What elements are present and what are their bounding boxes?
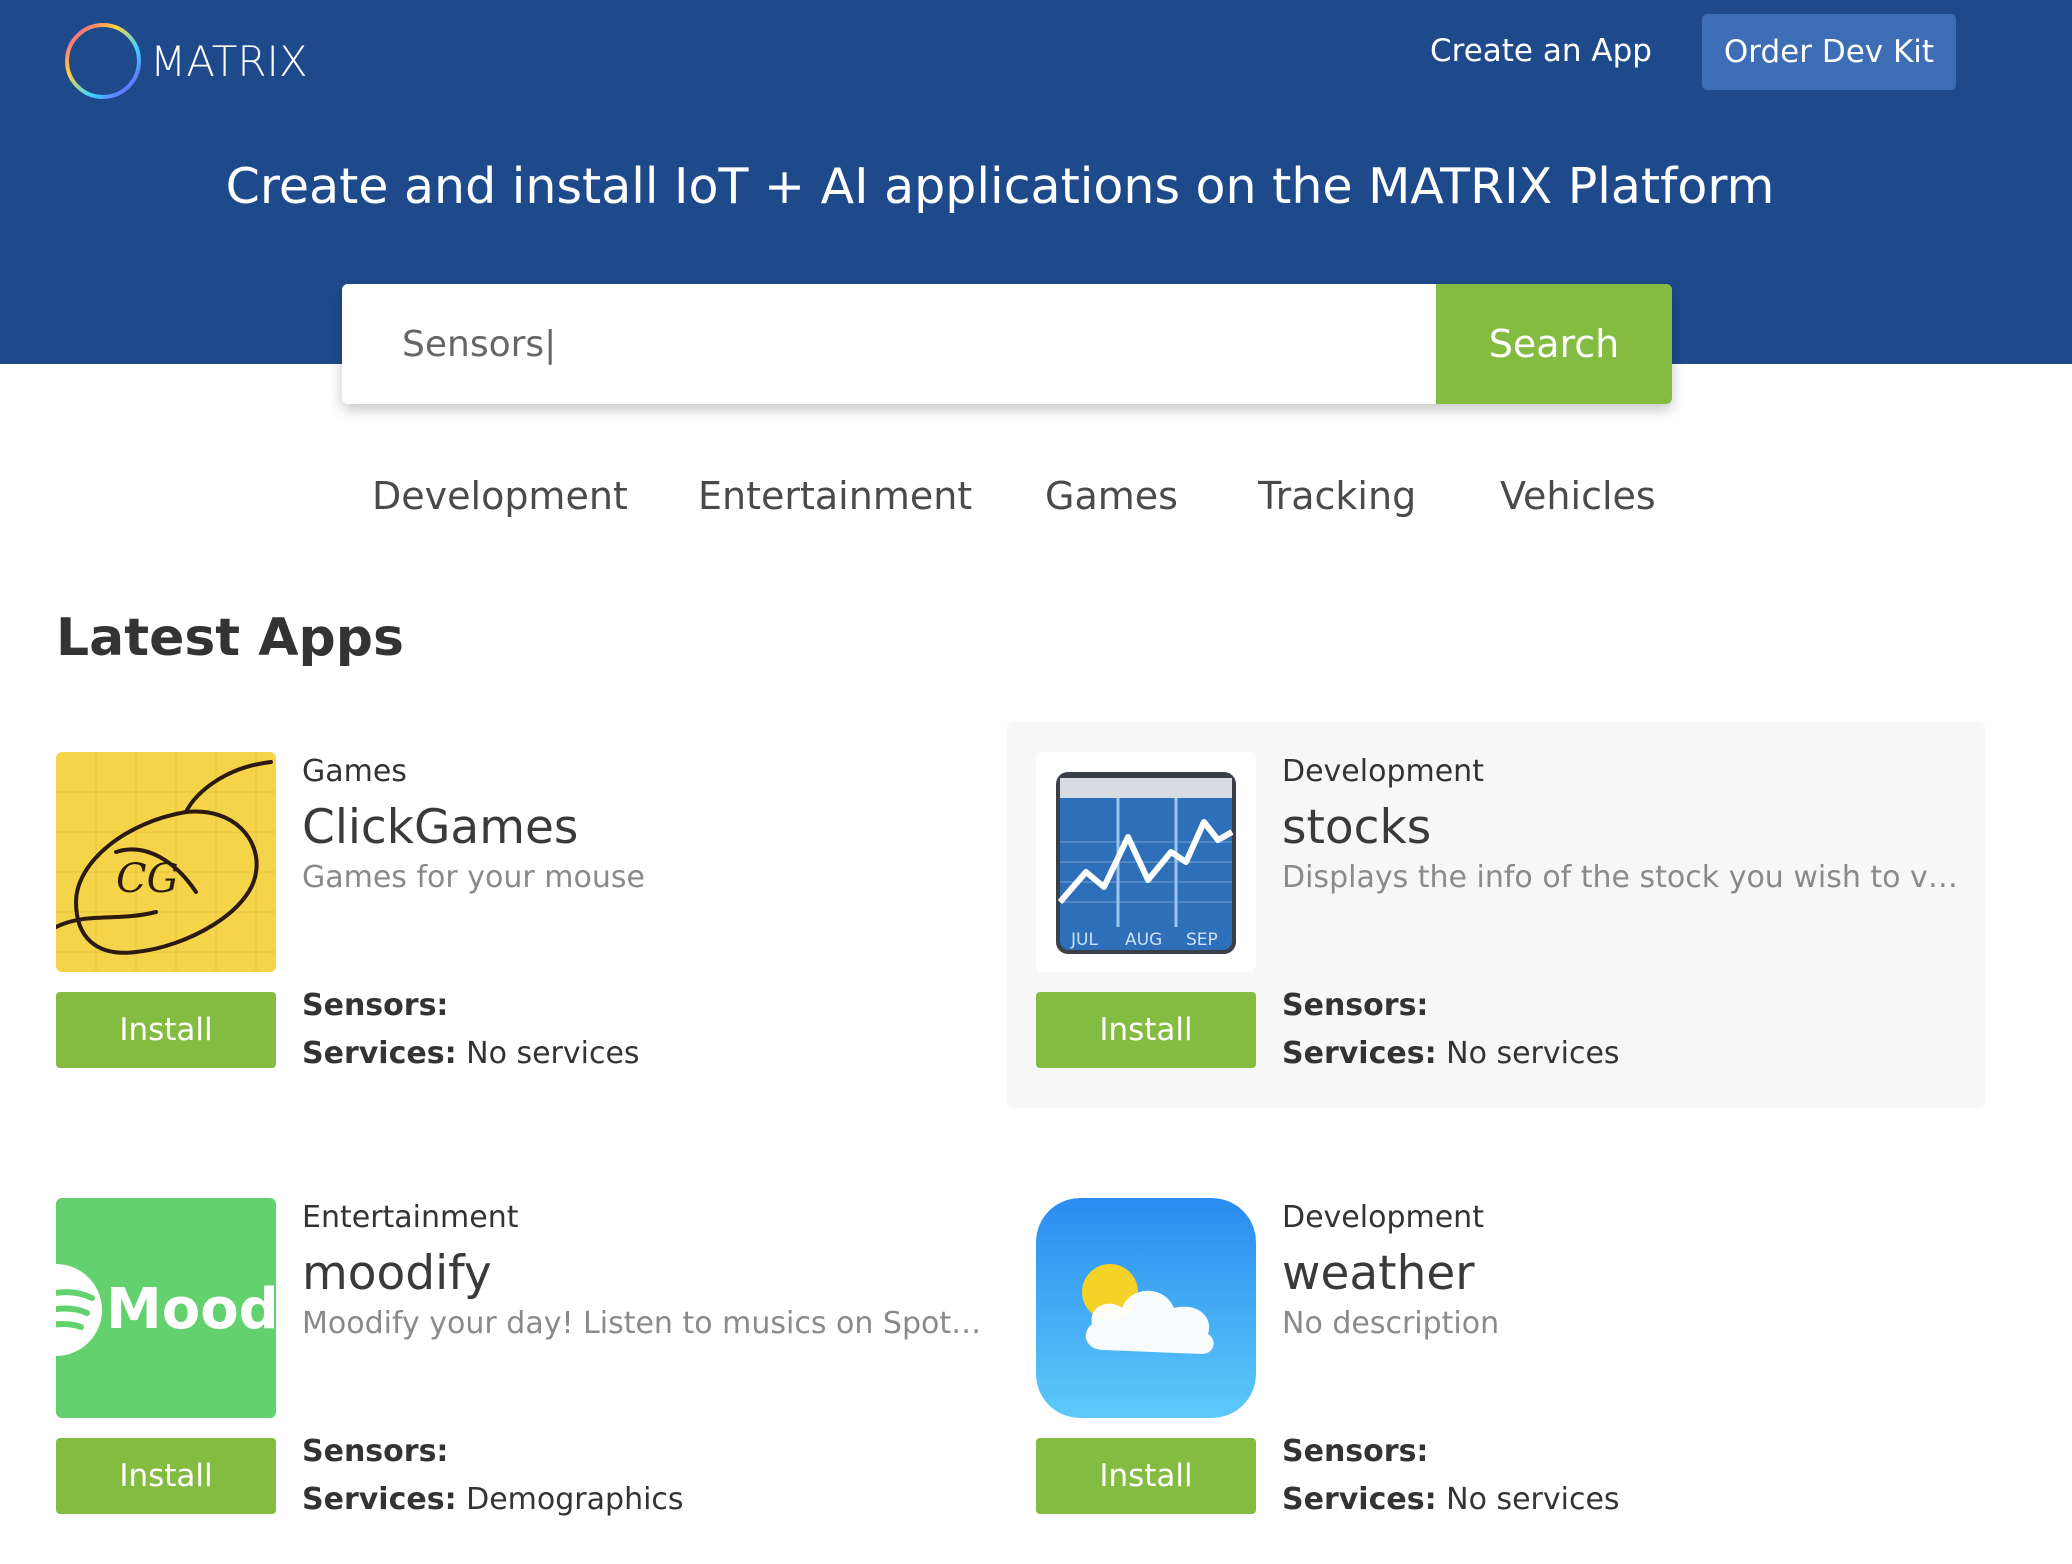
services-label: Services: [302,1036,457,1071]
sensors-label: Sensors: [302,988,449,1023]
install-button[interactable]: Install [56,1438,276,1514]
search-bar: Search [342,284,1672,404]
moodify-icon[interactable]: Mood [56,1198,276,1418]
weather-sun-cloud-icon[interactable] [1036,1198,1256,1418]
icon-month-jul: JUL [1070,930,1098,950]
app-description: Moodify your day! Listen to musics on Sp… [302,1306,982,1341]
app-card-weather[interactable]: Install Development weather No descripti… [1006,1168,1986,1554]
clickgames-mouse-icon[interactable]: CG [56,752,276,972]
app-description: No description [1282,1306,1500,1341]
search-input[interactable] [342,284,1436,404]
app-services: Services: No services [1282,1036,1620,1071]
services-value: No services [1446,1482,1620,1517]
app-category: Entertainment [302,1200,519,1235]
app-category: Development [1282,1200,1484,1235]
svg-text:CG: CG [116,856,179,902]
app-description: Displays the info of the stock you wish … [1282,860,1962,895]
logo-text: MATRIX [150,36,308,86]
app-card-clickgames[interactable]: CG Install Games ClickGames Games for yo… [26,722,1006,1108]
sensors-label: Sensors: [302,1434,449,1469]
category-development[interactable]: Development [372,474,628,518]
category-tracking[interactable]: Tracking [1258,474,1416,518]
app-services: Services: No services [302,1036,640,1071]
app-sensors: Sensors: [302,1434,448,1469]
install-button[interactable]: Install [1036,1438,1256,1514]
app-sensors: Sensors: [1282,988,1428,1023]
services-label: Services: [1282,1482,1437,1517]
app-card-moodify[interactable]: Mood Install Entertainment moodify Moodi… [26,1168,1006,1554]
app-name[interactable]: moodify [302,1246,492,1301]
order-dev-kit-button[interactable]: Order Dev Kit [1702,14,1956,90]
app-card-stocks[interactable]: JUL AUG SEP Install Development stocks D… [1006,722,1986,1108]
app-category: Development [1282,754,1484,789]
category-nav: Development Entertainment Games Tracking… [0,474,2072,530]
app-sensors: Sensors: [1282,1434,1428,1469]
stocks-chart-icon[interactable]: JUL AUG SEP [1036,752,1256,972]
app-name[interactable]: ClickGames [302,800,578,855]
services-label: Services: [302,1482,457,1517]
app-services: Services: Demographics [302,1482,684,1517]
app-description: Games for your mouse [302,860,645,895]
services-value: No services [1446,1036,1620,1071]
services-value: Demographics [466,1482,684,1517]
matrix-ring-icon [65,23,141,99]
app-services: Services: No services [1282,1482,1620,1517]
install-button[interactable]: Install [56,992,276,1068]
app-sensors: Sensors: [302,988,448,1023]
hero-tagline: Create and install IoT + AI applications… [225,158,1775,215]
create-app-link[interactable]: Create an App [1430,27,1652,75]
category-entertainment[interactable]: Entertainment [698,474,972,518]
matrix-logo[interactable]: MATRIX [62,20,308,102]
category-games[interactable]: Games [1045,474,1178,518]
app-name[interactable]: weather [1282,1246,1475,1301]
moodify-icon-text: Mood [106,1277,276,1342]
category-vehicles[interactable]: Vehicles [1500,474,1656,518]
sensors-label: Sensors: [1282,988,1429,1023]
icon-month-aug: AUG [1125,930,1162,950]
search-button[interactable]: Search [1436,284,1672,404]
sensors-label: Sensors: [1282,1434,1429,1469]
install-button[interactable]: Install [1036,992,1256,1068]
services-value: No services [466,1036,640,1071]
services-label: Services: [1282,1036,1437,1071]
app-name[interactable]: stocks [1282,800,1431,855]
latest-apps-title: Latest Apps [56,608,404,668]
app-category: Games [302,754,407,789]
icon-month-sep: SEP [1186,930,1218,950]
